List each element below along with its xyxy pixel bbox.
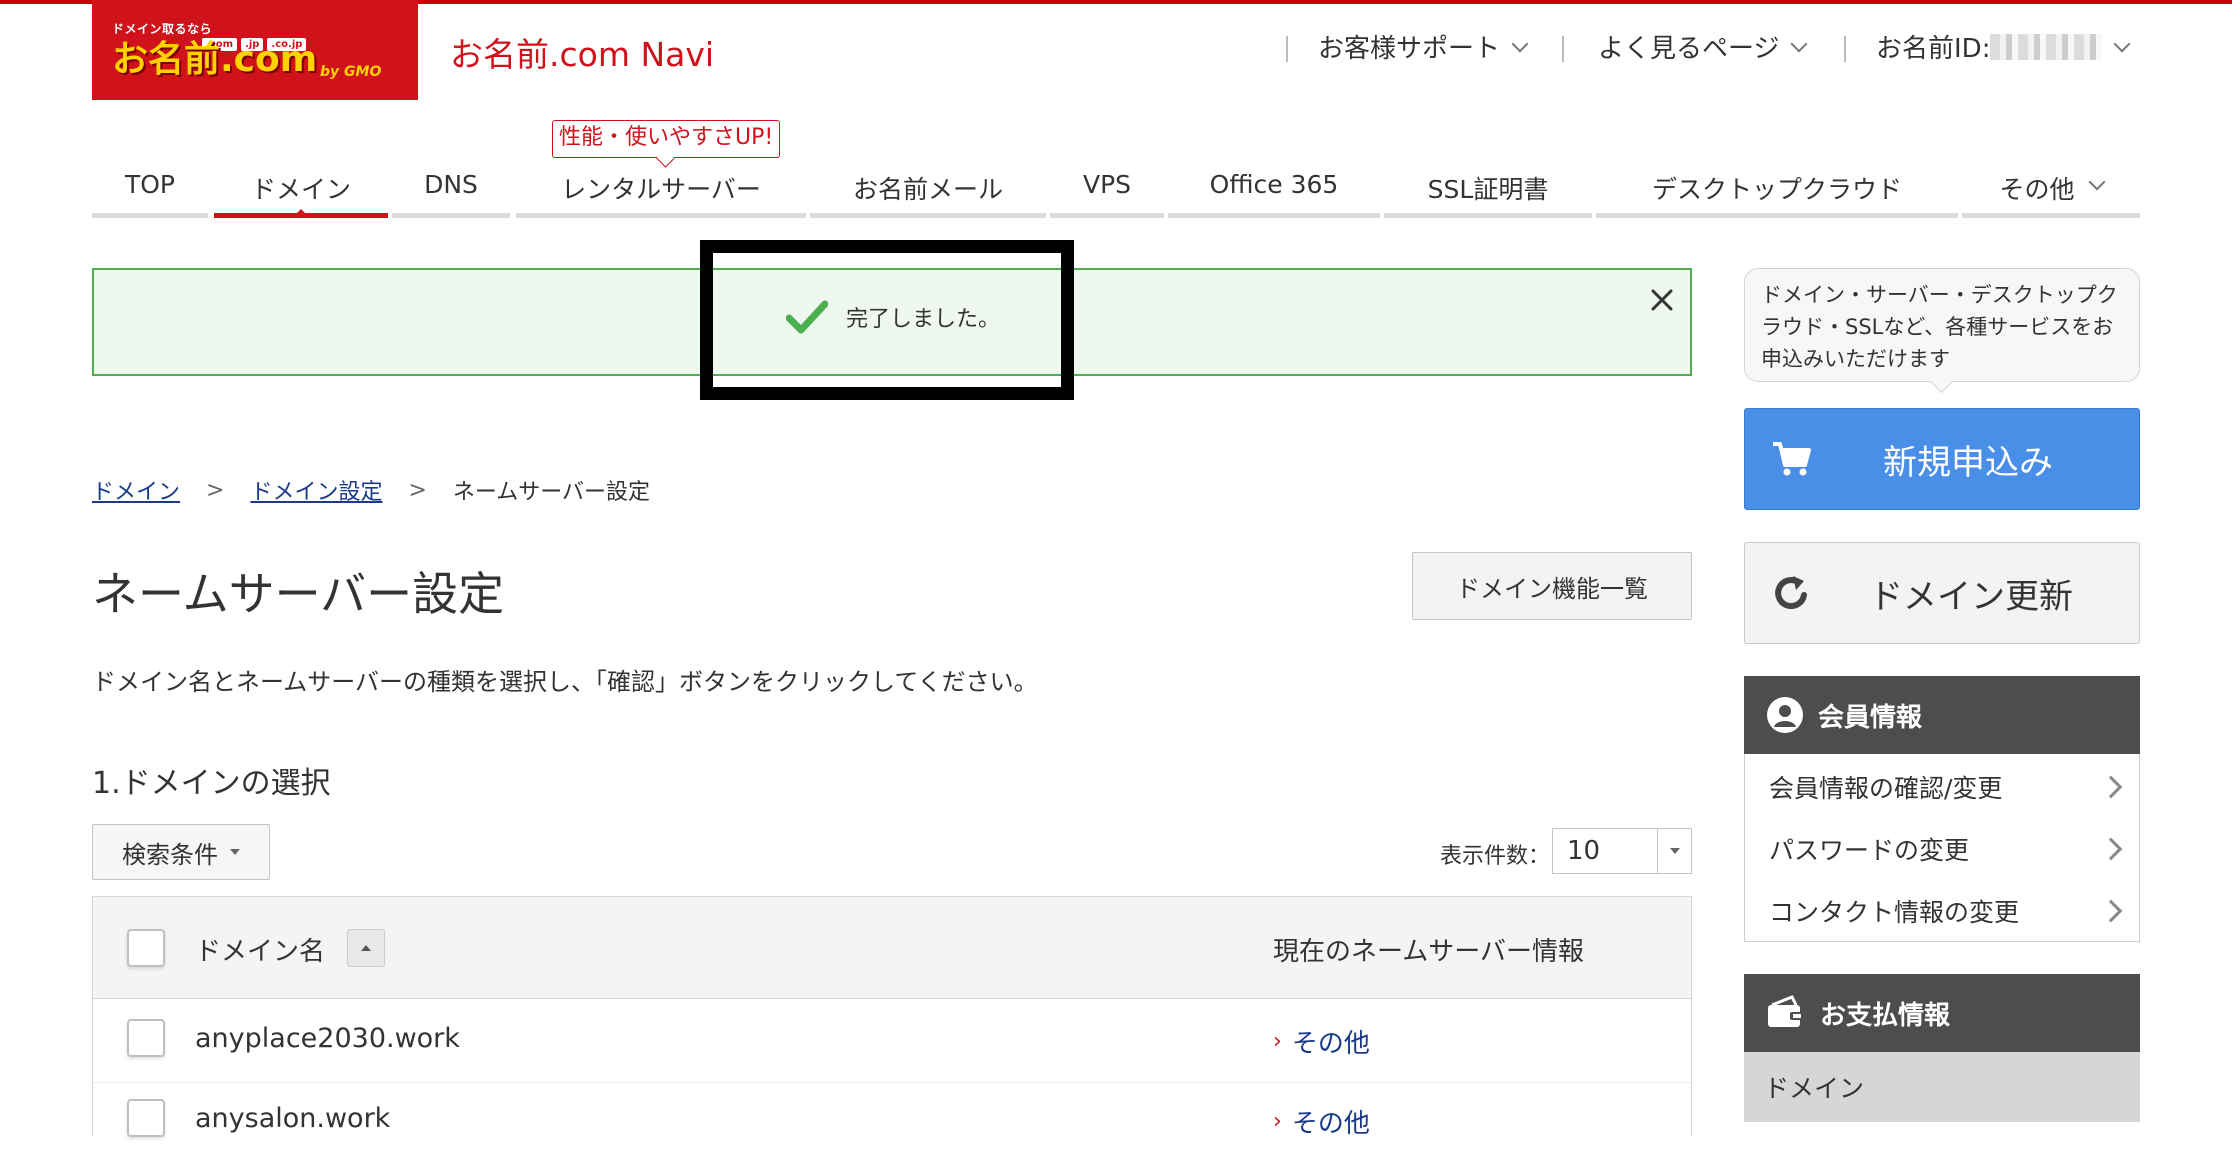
logo-text: お名前.com <box>112 39 318 80</box>
breadcrumb-domain-link[interactable]: ドメイン <box>92 474 180 506</box>
search-conditions-label: 検索条件 <box>122 840 218 869</box>
nameserver-link[interactable]: › その他 <box>1273 1103 1370 1140</box>
domain-table: ドメイン名 現在のネームサーバー情報 anyplace2030.work › そ… <box>92 896 1692 1139</box>
header-divider <box>1286 36 1288 62</box>
nav-domain[interactable]: ドメイン <box>214 152 388 218</box>
caret-down-icon <box>1669 848 1680 854</box>
contact-info-change-label: コンタクト情報の変更 <box>1769 898 2020 927</box>
table-header: ドメイン名 現在のネームサーバー情報 <box>93 897 1691 999</box>
contact-info-change-link[interactable]: コンタクト情報の変更 <box>1745 880 2139 942</box>
support-menu-label: お客様サポート <box>1318 34 1501 64</box>
member-links: 会員情報の確認/変更 パスワードの変更 コンタクト情報の変更 <box>1744 754 2140 942</box>
cart-icon <box>1773 442 1811 476</box>
new-application-label: 新規申込み <box>1883 442 2053 483</box>
display-count-select[interactable]: 10 <box>1552 828 1692 874</box>
member-info-edit-label: 会員情報の確認/変更 <box>1769 774 2003 803</box>
chevron-right-icon <box>2099 775 2123 799</box>
breadcrumb-current: ネームサーバー設定 <box>452 480 651 505</box>
frequent-pages-label: よく見るページ <box>1598 34 1780 64</box>
sort-button[interactable] <box>347 929 385 967</box>
sort-up-icon <box>361 945 371 951</box>
nameserver-link-label: その他 <box>1291 1029 1370 1059</box>
app-title: お名前.com Navi <box>450 35 715 74</box>
domain-functions-button[interactable]: ドメイン機能一覧 <box>1412 552 1692 620</box>
domain-name: anysalon.work <box>195 1103 391 1134</box>
chevron-right-icon: › <box>1273 1029 1282 1054</box>
services-tooltip: ドメイン・サーバー・デスクトップクラウド・SSLなど、各種サービスをお申込みいた… <box>1744 268 2140 382</box>
account-id-redacted <box>1990 33 2103 60</box>
payment-domain-item[interactable]: ドメイン <box>1744 1052 2140 1122</box>
domain-renew-button[interactable]: ドメイン更新 <box>1744 542 2140 644</box>
member-info-header: 会員情報 <box>1744 676 2140 754</box>
table-row: anyplace2030.work › その他 <box>93 999 1691 1083</box>
checkmark-icon <box>786 300 828 334</box>
nav-vps[interactable]: VPS <box>1050 152 1164 218</box>
refresh-icon <box>1775 576 1807 609</box>
row-checkbox[interactable] <box>127 1019 165 1057</box>
domain-name: anyplace2030.work <box>195 1023 460 1054</box>
nav-other[interactable]: その他 <box>1962 152 2140 218</box>
chevron-down-icon <box>1511 35 1529 52</box>
column-header-nameserver: 現在のネームサーバー情報 <box>1273 937 1584 967</box>
display-count-value: 10 <box>1553 829 1658 873</box>
success-alert-message: 完了しました。 <box>786 300 1000 334</box>
new-application-button[interactable]: 新規申込み <box>1744 408 2140 510</box>
header-divider <box>1562 36 1564 62</box>
nav-top[interactable]: TOP <box>92 152 208 218</box>
password-change-link[interactable]: パスワードの変更 <box>1745 818 2139 880</box>
nav-desktop-cloud[interactable]: デスクトップクラウド <box>1596 152 1958 218</box>
select-all-checkbox[interactable] <box>127 929 165 967</box>
nameserver-link-label: その他 <box>1291 1109 1370 1139</box>
wallet-icon <box>1768 995 1804 1027</box>
account-menu[interactable]: お名前ID: <box>1876 28 2131 65</box>
onamae-logo[interactable]: ドメイン取るなら .com .jp .co.jp お名前.com by GMO <box>92 0 418 100</box>
nav-ssl[interactable]: SSL証明書 <box>1384 152 1592 218</box>
breadcrumb-separator: > <box>206 477 225 503</box>
header-divider <box>1844 36 1846 62</box>
column-header-domain: ドメイン名 <box>195 937 326 967</box>
user-icon <box>1767 697 1803 733</box>
payment-info-title: お支払情報 <box>1820 1000 1951 1031</box>
logo-tagline: ドメイン取るなら <box>112 22 213 36</box>
search-conditions-button[interactable]: 検索条件 <box>92 824 270 880</box>
chevron-down-icon <box>1790 35 1808 52</box>
nav-onamae-mail[interactable]: お名前メール <box>810 152 1046 218</box>
page-description: ドメイン名とネームサーバーの種類を選択し、「確認」ボタンをクリックしてください。 <box>92 668 1038 696</box>
support-menu[interactable]: お客様サポート <box>1318 28 1529 65</box>
chevron-right-icon: › <box>1273 1109 1282 1134</box>
row-checkbox[interactable] <box>127 1099 165 1137</box>
caret-down-icon <box>230 849 240 855</box>
member-info-edit-link[interactable]: 会員情報の確認/変更 <box>1745 756 2139 818</box>
close-icon[interactable] <box>1648 286 1676 314</box>
nav-office365[interactable]: Office 365 <box>1168 152 1380 218</box>
success-alert-text: 完了しました。 <box>846 307 1001 332</box>
display-count-label: 表示件数： <box>1440 844 1551 869</box>
dropdown-arrow <box>1658 829 1691 873</box>
nav-rental-server[interactable]: レンタルサーバー <box>516 152 806 218</box>
nav-other-label: その他 <box>1999 175 2075 204</box>
nav-dns[interactable]: DNS <box>392 152 510 218</box>
chevron-down-icon <box>2113 35 2131 52</box>
table-row: anysalon.work › その他 <box>93 1083 1691 1167</box>
frequent-pages-menu[interactable]: よく見るページ <box>1598 28 1808 65</box>
member-info-title: 会員情報 <box>1818 702 1923 733</box>
nameserver-link[interactable]: › その他 <box>1273 1023 1370 1060</box>
password-change-label: パスワードの変更 <box>1769 836 1970 865</box>
breadcrumb-separator: > <box>408 477 427 503</box>
breadcrumb: ドメイン > ドメイン設定 > ネームサーバー設定 <box>92 474 650 506</box>
breadcrumb-domain-settings-link[interactable]: ドメイン設定 <box>250 474 382 506</box>
chevron-right-icon <box>2099 837 2123 861</box>
page-title: ネームサーバー設定 <box>92 567 505 621</box>
logo-by: by GMO <box>320 64 382 80</box>
account-id-label: お名前ID: <box>1876 34 1991 64</box>
chevron-right-icon <box>2099 899 2123 923</box>
section-title: 1.ドメインの選択 <box>92 766 331 801</box>
domain-renew-label: ドメイン更新 <box>1869 576 2073 617</box>
payment-info-header: お支払情報 <box>1744 974 2140 1052</box>
chevron-down-icon <box>2088 173 2105 191</box>
